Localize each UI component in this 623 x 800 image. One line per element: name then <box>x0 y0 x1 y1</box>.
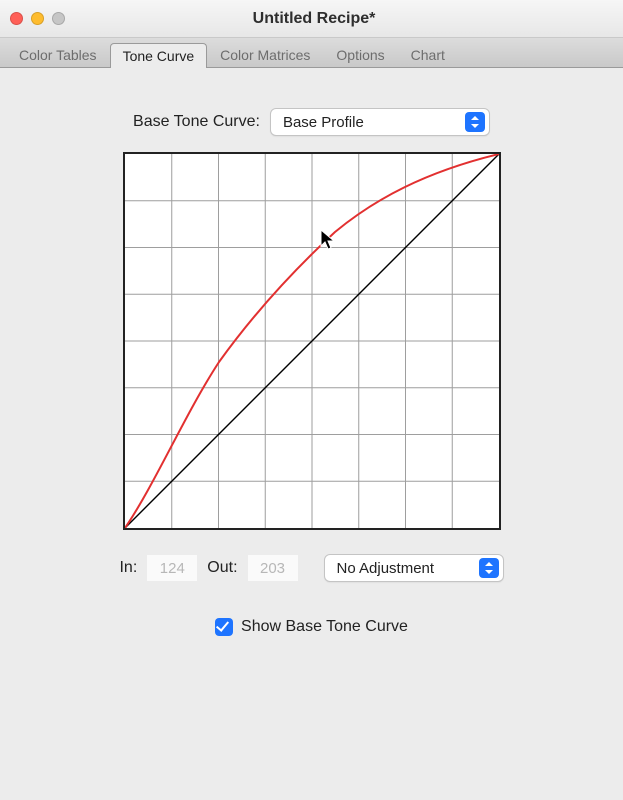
zoom-icon[interactable] <box>52 12 65 25</box>
base-curve-label: Base Tone Curve: <box>133 113 260 131</box>
adjustment-select[interactable]: No Adjustment <box>324 554 504 582</box>
minimize-icon[interactable] <box>31 12 44 25</box>
close-icon[interactable] <box>10 12 23 25</box>
io-row: In: 124 Out: 203 No Adjustment <box>20 554 603 582</box>
chevron-up-down-icon <box>465 112 485 132</box>
adjustment-select-value: No Adjustment <box>337 560 435 577</box>
base-curve-select[interactable]: Base Profile <box>270 108 490 136</box>
chevron-up-down-icon <box>479 558 499 578</box>
base-curve-row: Base Tone Curve: Base Profile <box>20 108 603 136</box>
window: Untitled Recipe* Color Tables Tone Curve… <box>0 0 623 800</box>
traffic-lights <box>10 12 65 25</box>
show-base-checkbox[interactable] <box>215 618 233 636</box>
tone-curve-canvas[interactable] <box>123 152 501 530</box>
tab-color-tables[interactable]: Color Tables <box>6 42 110 67</box>
in-value-field[interactable]: 124 <box>147 555 197 581</box>
out-label: Out: <box>207 559 237 577</box>
tab-options[interactable]: Options <box>323 42 397 67</box>
tabbar: Color Tables Tone Curve Color Matrices O… <box>0 38 623 68</box>
out-value-field[interactable]: 203 <box>248 555 298 581</box>
window-title: Untitled Recipe* <box>65 10 563 28</box>
base-curve-select-value: Base Profile <box>283 114 364 131</box>
content: Base Tone Curve: Base Profile <box>0 68 623 656</box>
in-label: In: <box>119 559 137 577</box>
titlebar: Untitled Recipe* <box>0 0 623 38</box>
tab-color-matrices[interactable]: Color Matrices <box>207 42 323 67</box>
tab-chart[interactable]: Chart <box>398 42 458 67</box>
tab-tone-curve[interactable]: Tone Curve <box>110 43 208 68</box>
show-base-label: Show Base Tone Curve <box>241 618 408 636</box>
show-base-row: Show Base Tone Curve <box>20 618 603 636</box>
